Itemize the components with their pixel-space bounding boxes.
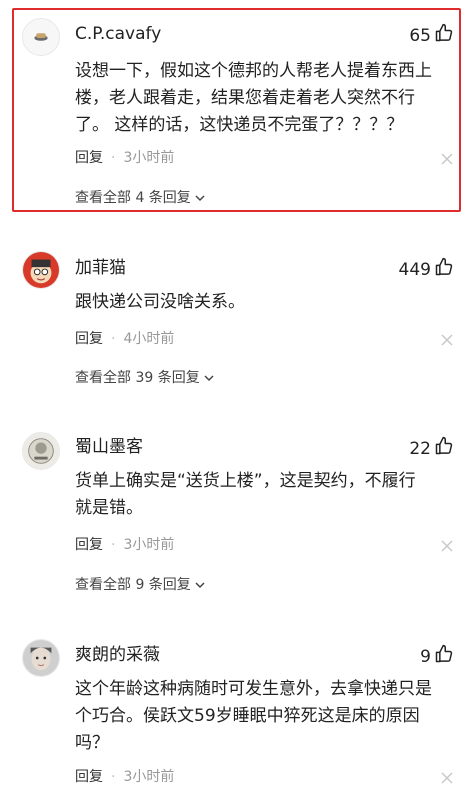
comment-line: 就是错。 bbox=[75, 498, 143, 518]
chevron-down-icon bbox=[195, 195, 205, 202]
avatar[interactable] bbox=[22, 18, 60, 56]
comment-time: 3小时前 bbox=[123, 769, 175, 785]
close-icon[interactable] bbox=[440, 539, 454, 553]
thumbs-up-icon bbox=[434, 23, 454, 49]
comment-content: 跟快递公司没啥关系。 bbox=[75, 289, 455, 316]
comment-content: 设想一下，假如这个德邦的人帮老人提着东西上 楼，老人跟着走，结果您着走着老人突然… bbox=[75, 58, 455, 139]
comment-meta: 回复 · 3小时前 bbox=[75, 535, 174, 555]
comment-line: 这个年龄这种病随时可发生意外，去拿快递只是 bbox=[75, 679, 432, 699]
comment-username[interactable]: 加菲猫 bbox=[75, 257, 126, 279]
thumbs-up-icon bbox=[434, 436, 454, 462]
comment-meta: 回复 · 4小时前 bbox=[75, 329, 174, 349]
like-button[interactable]: 9 bbox=[420, 644, 454, 670]
comment-line: 吗？ bbox=[75, 733, 109, 753]
separator-dot: · bbox=[111, 769, 116, 785]
view-all-replies-link[interactable]: 查看全部 4 条回复 bbox=[75, 188, 206, 208]
reply-button[interactable]: 回复 bbox=[75, 535, 103, 555]
thumbs-up-icon bbox=[434, 257, 454, 283]
view-all-replies-link[interactable]: 查看全部 9 条回复 bbox=[75, 575, 206, 595]
separator-dot: · bbox=[111, 150, 116, 166]
comment-content: 货单上确实是“送货上楼”，这是契约，不履行 就是错。 bbox=[75, 468, 455, 522]
comment-line: 跟快递公司没啥关系。 bbox=[75, 292, 245, 312]
like-button[interactable]: 65 bbox=[409, 23, 454, 49]
close-icon[interactable] bbox=[440, 152, 454, 166]
close-icon[interactable] bbox=[440, 333, 454, 347]
view-all-label: 查看全部 9 条回复 bbox=[75, 577, 191, 593]
view-all-label: 查看全部 39 条回复 bbox=[75, 370, 200, 386]
comment-username[interactable]: 蜀山墨客 bbox=[75, 436, 143, 458]
reply-button[interactable]: 回复 bbox=[75, 148, 103, 168]
comment-content: 这个年龄这种病随时可发生意外，去拿快递只是 个巧合。侯跃文59岁睡眠中猝死这是床… bbox=[75, 676, 455, 757]
comment-time: 3小时前 bbox=[123, 150, 175, 166]
close-icon[interactable] bbox=[440, 771, 454, 785]
avatar[interactable] bbox=[22, 251, 60, 289]
comment-line: 货单上确实是“送货上楼”，这是契约，不履行 bbox=[75, 471, 416, 491]
like-button[interactable]: 22 bbox=[409, 436, 454, 462]
separator-dot: · bbox=[111, 331, 116, 347]
comment-meta: 回复 · 3小时前 bbox=[75, 767, 174, 787]
chevron-down-icon bbox=[204, 375, 214, 382]
comment-meta: 回复 · 3小时前 bbox=[75, 148, 174, 168]
view-all-replies-link[interactable]: 查看全部 39 条回复 bbox=[75, 368, 215, 388]
separator-dot: · bbox=[111, 537, 116, 553]
comment-line: 了。 这样的话，这快递员不完蛋了？？？？ bbox=[75, 115, 404, 135]
like-count: 9 bbox=[420, 647, 431, 667]
comment-time: 3小时前 bbox=[123, 537, 175, 553]
view-all-label: 查看全部 4 条回复 bbox=[75, 190, 191, 206]
comment-line: 个巧合。侯跃文59岁睡眠中猝死这是床的原因 bbox=[75, 706, 420, 726]
like-count: 65 bbox=[409, 26, 431, 46]
reply-button[interactable]: 回复 bbox=[75, 767, 103, 787]
avatar[interactable] bbox=[22, 432, 60, 470]
comment-username[interactable]: C.P.cavafy bbox=[75, 23, 161, 45]
comment-line: 楼，老人跟着走，结果您着走着老人突然不行 bbox=[75, 88, 415, 108]
like-count: 22 bbox=[409, 439, 431, 459]
like-button[interactable]: 449 bbox=[399, 257, 454, 283]
comment-username[interactable]: 爽朗的采薇 bbox=[75, 644, 160, 666]
comment-line: 设想一下，假如这个德邦的人帮老人提着东西上 bbox=[75, 61, 432, 81]
thumbs-up-icon bbox=[434, 644, 454, 670]
chevron-down-icon bbox=[195, 582, 205, 589]
like-count: 449 bbox=[398, 260, 431, 280]
comment-time: 4小时前 bbox=[123, 331, 175, 347]
avatar[interactable] bbox=[22, 639, 60, 677]
reply-button[interactable]: 回复 bbox=[75, 329, 103, 349]
